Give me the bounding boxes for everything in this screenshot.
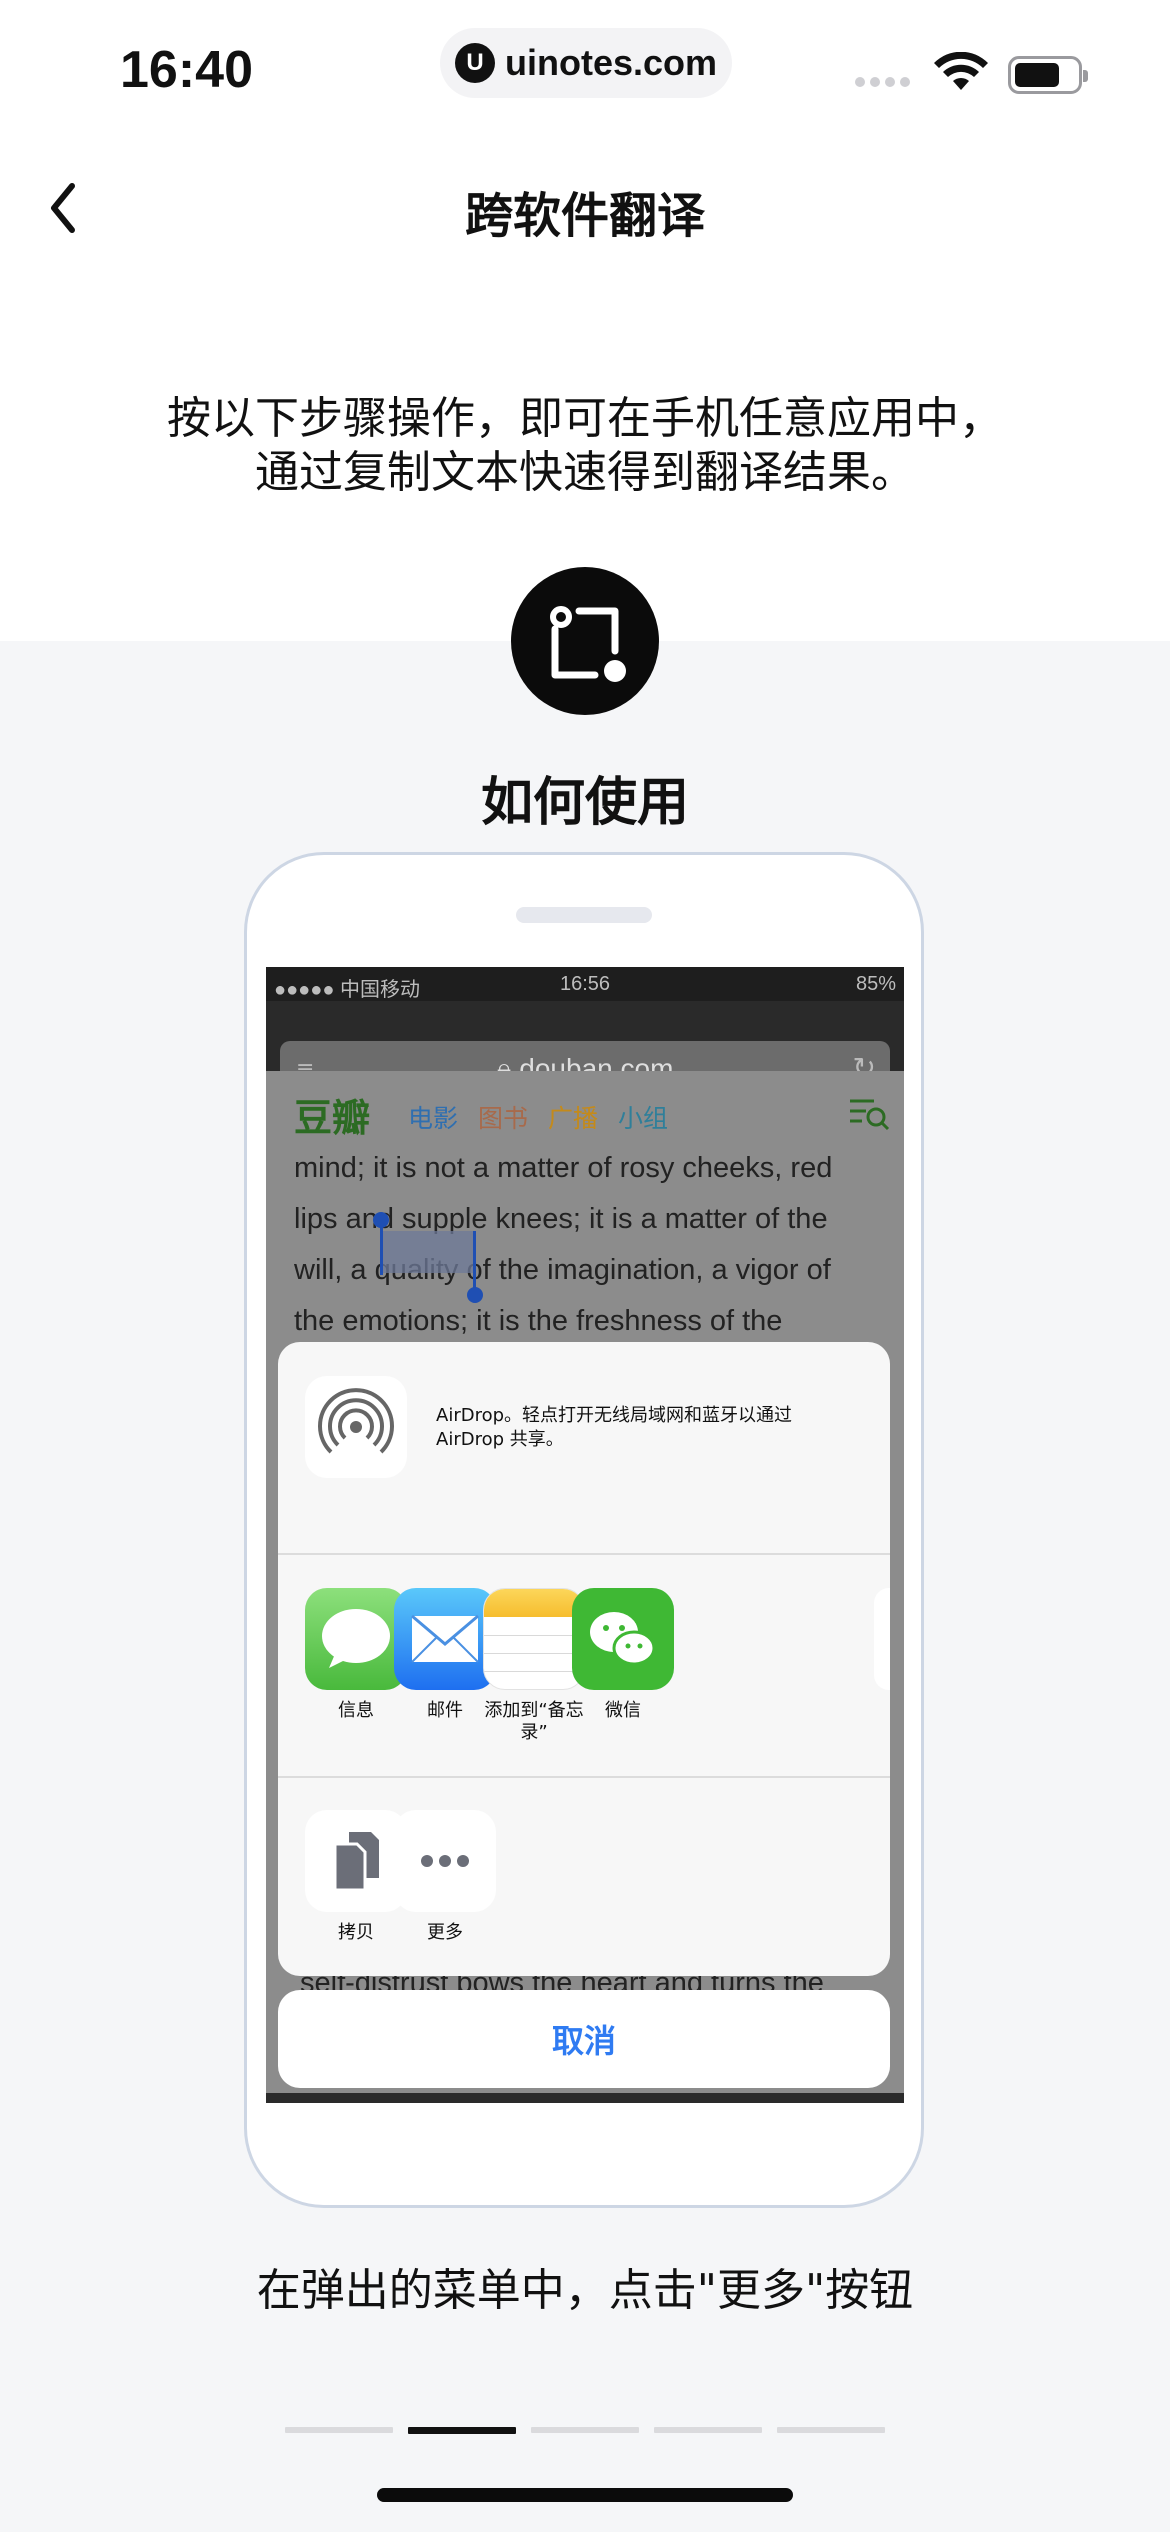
douban-nav-item: 图书 — [478, 1104, 529, 1133]
mock-battery: 85% — [855, 973, 896, 995]
page-dot[interactable] — [285, 2427, 393, 2433]
page-dot[interactable] — [654, 2427, 762, 2433]
messages-icon — [305, 1588, 407, 1690]
notes-icon — [483, 1588, 585, 1690]
intro-text: 按以下步骤操作，即可在手机任意应用中， 通过复制文本快速得到翻译结果。 — [0, 392, 1170, 500]
airdrop-icon — [305, 1376, 407, 1478]
mock-bottom-bar — [266, 2093, 904, 2103]
status-time: 16:40 — [120, 41, 253, 99]
cancel-button: 取消 — [278, 1990, 890, 2088]
home-indicator — [377, 2488, 793, 2502]
selection-handle-end — [467, 1287, 483, 1303]
page-dot[interactable] — [777, 2427, 885, 2433]
page-title: 跨软件翻译 — [464, 188, 705, 244]
douban-nav-item: 小组 — [618, 1104, 669, 1133]
mock-screen: ●●●●● 中国移动 16:56 85% ≡ 🔒︎ douban.com ↻ 豆… — [266, 967, 904, 2103]
mock-status-bar: ●●●●● 中国移动 16:56 85% — [266, 967, 904, 1001]
intro-line-2: 通过复制文本快速得到翻译结果。 — [255, 447, 915, 498]
site-label: uinotes.com — [504, 42, 718, 83]
mail-icon — [394, 1588, 496, 1690]
douban-nav-item: 电影 — [408, 1104, 459, 1133]
article-line: the emotions; it is the freshness of the — [294, 1305, 783, 1337]
action-label: 更多 — [427, 1922, 463, 1943]
copy-translate-icon — [550, 606, 626, 682]
intro-line-1: 按以下步骤操作，即可在手机任意应用中， — [167, 393, 1003, 444]
mock-time: 16:56 — [559, 973, 611, 995]
copy-icon — [305, 1810, 407, 1912]
selection-handle-end-line — [473, 1231, 476, 1291]
douban-logo: 豆瓣 — [294, 1096, 371, 1140]
phone-speaker — [516, 907, 652, 923]
selection-handle-start — [373, 1212, 389, 1228]
site-logo-icon: U — [454, 43, 495, 83]
airdrop-rings-icon — [318, 1388, 394, 1454]
section-heading: 如何使用 — [480, 773, 689, 833]
search-menu-icon — [850, 1099, 890, 1131]
wifi-icon — [934, 52, 988, 90]
action-more: 更多 — [393, 1810, 497, 1944]
cellular-signal-icon — [855, 72, 915, 88]
share-app-label: 微信 — [605, 1700, 641, 1721]
share-app-overflow — [874, 1588, 890, 1690]
more-icon — [394, 1810, 496, 1912]
battery-icon — [1008, 56, 1088, 94]
share-app-wechat: 微信 — [571, 1588, 675, 1722]
site-pill: U uinotes.com — [440, 28, 732, 98]
sheet-divider — [278, 1553, 890, 1555]
douban-nav-item: 广播 — [548, 1104, 599, 1133]
airdrop-text: AirDrop。轻点打开无线局域网和蓝牙以通过AirDrop 共享。 — [436, 1405, 793, 1450]
share-sheet: AirDrop。轻点打开无线局域网和蓝牙以通过AirDrop 共享。 信息 邮件… — [278, 1342, 890, 1976]
page-dot[interactable] — [408, 2427, 516, 2434]
wechat-icon — [572, 1588, 674, 1690]
step-caption: 在弹出的菜单中，点击"更多"按钮 — [256, 2265, 914, 2316]
page-dot[interactable] — [531, 2427, 639, 2433]
sheet-divider — [278, 1776, 890, 1778]
article-line: mind; it is not a matter of rosy cheeks,… — [294, 1152, 833, 1184]
text-selection — [380, 1231, 474, 1273]
feature-icon — [511, 567, 659, 715]
